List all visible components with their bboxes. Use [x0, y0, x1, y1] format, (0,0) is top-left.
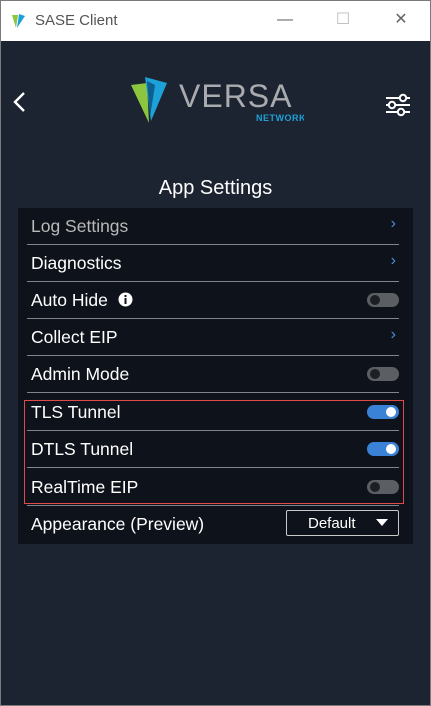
title-bar[interactable]: SASE Client — ☐ ✕	[1, 1, 430, 41]
dtls-tunnel-label: DTLS Tunnel	[31, 439, 134, 459]
dtls-tunnel-toggle[interactable]	[367, 442, 399, 456]
sliders-icon	[386, 93, 410, 117]
page-title: App Settings	[158, 177, 273, 199]
window-title: SASE Client	[35, 12, 118, 29]
diagnostics-label: Diagnostics	[31, 253, 122, 273]
divider	[27, 467, 399, 468]
logo-wordmark: VERSA	[179, 78, 292, 114]
maximize-button[interactable]: ☐	[323, 5, 363, 35]
logo-subtitle: NETWORKS	[256, 113, 304, 123]
diagnostics-row[interactable]: Diagnostics ›	[18, 245, 413, 282]
app-window: SASE Client — ☐ ✕ VERSA NETWORKS	[0, 0, 431, 706]
caret-down-icon	[376, 519, 388, 526]
auto-hide-label: Auto Hide	[31, 290, 133, 311]
admin-mode-label: Admin Mode	[31, 364, 130, 384]
appearance-select-value: Default	[308, 515, 356, 532]
chevron-right-icon: ›	[390, 326, 396, 343]
chevron-right-icon: ›	[390, 215, 396, 232]
tls-tunnel-label: TLS Tunnel	[31, 402, 121, 422]
info-icon[interactable]	[118, 292, 133, 307]
toggle-knob	[370, 295, 380, 305]
toggle-knob	[386, 444, 396, 454]
realtime-eip-row: RealTime EIP	[18, 469, 413, 506]
collect-eip-row[interactable]: Collect EIP ›	[18, 319, 413, 356]
dtls-tunnel-row: DTLS Tunnel	[18, 431, 413, 468]
collect-eip-label: Collect EIP	[31, 327, 118, 347]
appearance-select[interactable]: Default	[286, 510, 399, 536]
tls-tunnel-row: TLS Tunnel	[18, 394, 413, 431]
chevron-left-icon	[13, 92, 25, 112]
app-content: VERSA NETWORKS App Settings Log Settings…	[1, 41, 430, 705]
auto-hide-toggle[interactable]	[367, 293, 399, 307]
close-button[interactable]: ✕	[381, 5, 421, 35]
toggle-knob	[386, 407, 396, 417]
admin-mode-toggle[interactable]	[367, 367, 399, 381]
auto-hide-row: Auto Hide	[18, 282, 413, 319]
log-settings-label: Log Settings	[31, 216, 129, 236]
realtime-eip-label: RealTime EIP	[31, 477, 139, 497]
app-icon	[12, 14, 25, 28]
tls-tunnel-toggle[interactable]	[367, 405, 399, 419]
versa-networks-logo: VERSA NETWORKS	[131, 77, 304, 123]
appearance-row: Appearance (Preview) Default	[18, 506, 413, 543]
settings-sliders-button[interactable]	[384, 91, 412, 119]
chevron-right-icon: ›	[390, 252, 396, 269]
minimize-button[interactable]: —	[265, 5, 305, 35]
appearance-label: Appearance (Preview)	[31, 514, 205, 534]
toggle-knob	[370, 482, 380, 492]
log-settings-row[interactable]: Log Settings ›	[18, 208, 413, 245]
realtime-eip-toggle[interactable]	[367, 480, 399, 494]
divider	[27, 392, 399, 393]
back-button[interactable]	[12, 91, 36, 119]
toggle-knob	[370, 369, 380, 379]
admin-mode-row: Admin Mode	[18, 356, 413, 393]
settings-panel: Log Settings › Diagnostics › Auto Hide C…	[18, 208, 413, 544]
